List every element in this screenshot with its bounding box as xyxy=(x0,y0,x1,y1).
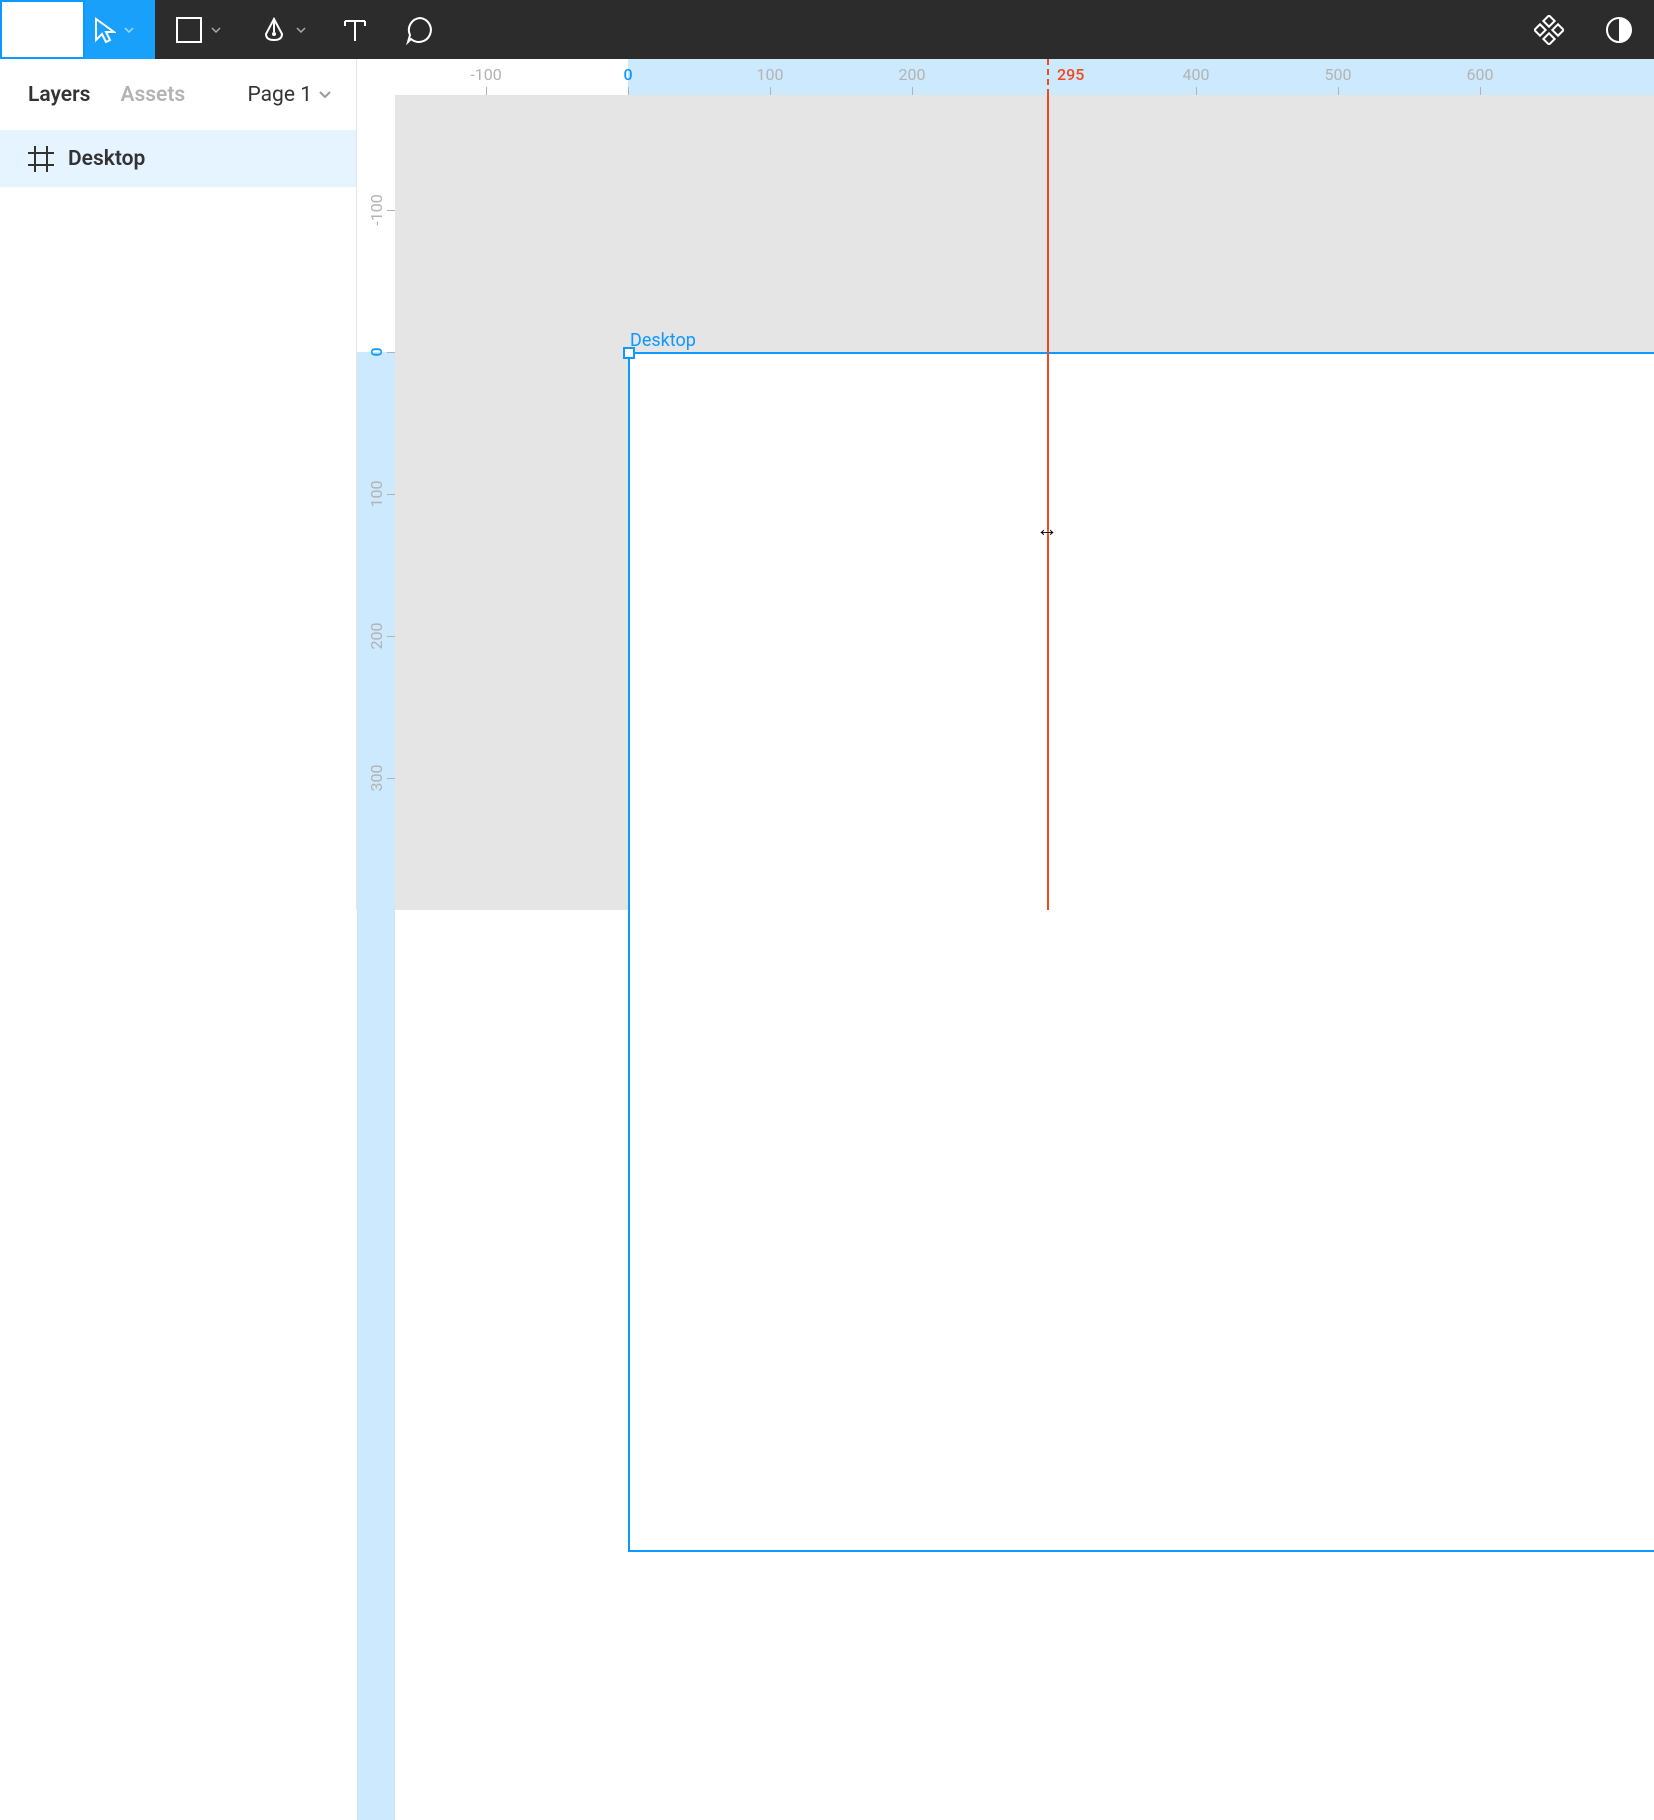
ruler-tick-mark xyxy=(387,210,395,211)
ruler-tick-mark xyxy=(1480,87,1481,95)
components-button[interactable] xyxy=(1514,0,1584,59)
ruler-tick-label: -100 xyxy=(367,194,386,225)
vertical-guide[interactable] xyxy=(1047,95,1049,910)
ruler-tick-mark xyxy=(770,87,771,95)
chevron-down-icon xyxy=(296,27,306,33)
frame-label[interactable]: Desktop xyxy=(630,330,696,351)
ruler-selection-range xyxy=(357,352,395,1820)
ruler-tick-mark xyxy=(628,87,629,95)
comment-tool-button[interactable] xyxy=(385,0,455,59)
frame-tool-button[interactable] xyxy=(0,0,85,59)
ruler-corner xyxy=(357,59,395,95)
rectangle-icon xyxy=(175,16,203,44)
ruler-tick-mark xyxy=(1196,87,1197,95)
half-circle-icon xyxy=(1605,16,1633,44)
ruler-tick-label: 600 xyxy=(1467,65,1494,84)
vertical-ruler[interactable]: -100 0 100 200 300 xyxy=(357,95,395,910)
pen-icon xyxy=(260,16,288,44)
shape-tool-button[interactable] xyxy=(155,0,240,59)
guide-position-label: 295 xyxy=(1057,65,1084,84)
text-tool-button[interactable] xyxy=(325,0,385,59)
ruler-tick-label: -100 xyxy=(470,65,501,84)
horizontal-ruler[interactable]: -100 0 100 200 400 500 600 295 xyxy=(395,59,1654,95)
layer-item-desktop[interactable]: Desktop xyxy=(0,130,356,187)
frame-desktop[interactable]: Desktop xyxy=(628,352,1654,1552)
chevron-down-icon xyxy=(124,27,134,33)
ruler-tick-mark xyxy=(486,87,487,95)
ruler-tick-label: 400 xyxy=(1183,65,1210,84)
ruler-tick-label: 300 xyxy=(367,765,386,792)
ruler-tick-label: 0 xyxy=(623,65,632,84)
ruler-tick-mark xyxy=(387,494,395,495)
ruler-tick-mark xyxy=(387,778,395,779)
page-selector[interactable]: Page 1 xyxy=(248,83,333,107)
ruler-tick-mark xyxy=(387,352,395,353)
ruler-tick-label: 100 xyxy=(367,481,386,508)
mask-button[interactable] xyxy=(1584,0,1654,59)
ruler-tick-label: 100 xyxy=(757,65,784,84)
ruler-tick-mark xyxy=(1338,87,1339,95)
comment-icon xyxy=(405,15,435,45)
page-selector-label: Page 1 xyxy=(248,83,313,107)
frame-icon xyxy=(19,15,49,45)
pen-tool-button[interactable] xyxy=(240,0,325,59)
ruler-tick-mark xyxy=(912,87,913,95)
ruler-tick-label: 500 xyxy=(1325,65,1352,84)
guide-indicator-dash xyxy=(1047,59,1049,95)
chevron-down-icon xyxy=(318,90,332,99)
ruler-tick-label: 0 xyxy=(367,347,386,356)
canvas[interactable]: Desktop ↔ xyxy=(395,95,1654,910)
ruler-tick-mark xyxy=(387,636,395,637)
text-icon xyxy=(342,17,368,43)
tab-layers[interactable]: Layers xyxy=(28,83,90,107)
cursor-icon xyxy=(92,16,116,44)
frame-icon xyxy=(28,146,54,172)
canvas-area: -1000100200400500600 295 -1000100200300 … xyxy=(357,59,1654,910)
chevron-down-icon xyxy=(57,27,67,33)
chevron-down-icon xyxy=(211,27,221,33)
tab-assets[interactable]: Assets xyxy=(120,83,185,107)
ruler-tick-label: 200 xyxy=(899,65,926,84)
components-icon xyxy=(1534,15,1564,45)
toolbar xyxy=(0,0,1654,59)
ruler-tick-label: 200 xyxy=(367,623,386,650)
panel-tabs: Layers Assets Page 1 xyxy=(0,59,356,130)
frame-resize-handle[interactable] xyxy=(623,347,635,359)
layer-label: Desktop xyxy=(68,147,145,171)
left-panel: Layers Assets Page 1 Desktop xyxy=(0,59,357,910)
